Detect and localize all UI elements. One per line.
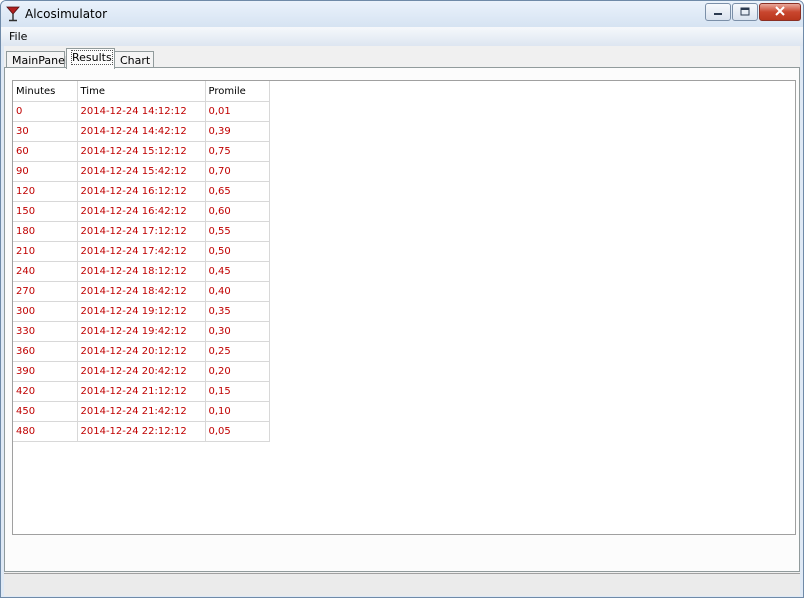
- cell-promile: 0,15: [205, 381, 270, 402]
- menu-bar: File: [1, 27, 803, 46]
- cell-time: 2014-12-24 19:12:12: [77, 301, 206, 322]
- table-row[interactable]: 30 2014-12-24 14:42:12 0,39: [13, 121, 270, 142]
- cell-promile: 0,20: [205, 361, 270, 382]
- cell-minutes: 120: [13, 181, 78, 202]
- client-area: MainPanel Results Chart Minutes Time Pro: [4, 46, 800, 596]
- table-row[interactable]: 60 2014-12-24 15:12:12 0,75: [13, 141, 270, 162]
- cell-promile: 0,55: [205, 221, 270, 242]
- close-icon: [774, 5, 786, 19]
- table-row[interactable]: 480 2014-12-24 22:12:12 0,05: [13, 421, 270, 442]
- cell-time: 2014-12-24 17:42:12: [77, 241, 206, 262]
- cell-promile: 0,05: [205, 421, 270, 442]
- cell-promile: 0,25: [205, 341, 270, 362]
- table-row[interactable]: 300 2014-12-24 19:12:12 0,35: [13, 301, 270, 322]
- cell-time: 2014-12-24 15:12:12: [77, 141, 206, 162]
- cell-minutes: 30: [13, 121, 78, 142]
- cell-minutes: 390: [13, 361, 78, 382]
- cell-minutes: 180: [13, 221, 78, 242]
- cell-promile: 0,50: [205, 241, 270, 262]
- column-header-promile[interactable]: Promile: [205, 81, 270, 102]
- cell-minutes: 240: [13, 261, 78, 282]
- app-window: Alcosimulator File MainPanel Results Cha: [0, 0, 804, 598]
- cell-minutes: 360: [13, 341, 78, 362]
- cell-promile: 0,60: [205, 201, 270, 222]
- window-title: Alcosimulator: [25, 7, 108, 21]
- maximize-button[interactable]: [732, 3, 758, 21]
- cell-promile: 0,65: [205, 181, 270, 202]
- cell-promile: 0,30: [205, 321, 270, 342]
- table-row[interactable]: 420 2014-12-24 21:12:12 0,15: [13, 381, 270, 402]
- tab-results[interactable]: Results: [66, 48, 115, 69]
- cell-promile: 0,70: [205, 161, 270, 182]
- table-header-row: Minutes Time Promile: [13, 81, 270, 102]
- cell-time: 2014-12-24 16:12:12: [77, 181, 206, 202]
- cell-minutes: 480: [13, 421, 78, 442]
- minimize-button[interactable]: [705, 3, 731, 21]
- table-row[interactable]: 90 2014-12-24 15:42:12 0,70: [13, 161, 270, 182]
- cell-minutes: 150: [13, 201, 78, 222]
- maximize-icon: [740, 6, 750, 19]
- cell-time: 2014-12-24 14:42:12: [77, 121, 206, 142]
- cell-time: 2014-12-24 16:42:12: [77, 201, 206, 222]
- table-row[interactable]: 150 2014-12-24 16:42:12 0,60: [13, 201, 270, 222]
- tab-label: MainPanel: [12, 54, 68, 67]
- cell-minutes: 450: [13, 401, 78, 422]
- table-row[interactable]: 0 2014-12-24 14:12:12 0,01: [13, 101, 270, 122]
- table-row[interactable]: 390 2014-12-24 20:42:12 0,20: [13, 361, 270, 382]
- cell-time: 2014-12-24 21:42:12: [77, 401, 206, 422]
- table-row[interactable]: 270 2014-12-24 18:42:12 0,40: [13, 281, 270, 302]
- results-table: Minutes Time Promile 0 2014-12-24 14:12:1…: [13, 81, 270, 442]
- cell-promile: 0,45: [205, 261, 270, 282]
- tab-mainpanel[interactable]: MainPanel: [6, 51, 68, 68]
- cell-minutes: 330: [13, 321, 78, 342]
- table-row[interactable]: 210 2014-12-24 17:42:12 0,50: [13, 241, 270, 262]
- cell-time: 2014-12-24 20:42:12: [77, 361, 206, 382]
- cell-minutes: 90: [13, 161, 78, 182]
- column-header-minutes[interactable]: Minutes: [13, 81, 78, 102]
- cell-promile: 0,35: [205, 301, 270, 322]
- tab-label: Results: [71, 50, 113, 65]
- cell-minutes: 300: [13, 301, 78, 322]
- table-row[interactable]: 330 2014-12-24 19:42:12 0,30: [13, 321, 270, 342]
- cell-promile: 0,01: [205, 101, 270, 122]
- results-panel: Minutes Time Promile 0 2014-12-24 14:12:1…: [4, 67, 800, 572]
- cell-minutes: 210: [13, 241, 78, 262]
- table-row[interactable]: 450 2014-12-24 21:42:12 0,10: [13, 401, 270, 422]
- cell-time: 2014-12-24 15:42:12: [77, 161, 206, 182]
- minimize-icon: [713, 6, 723, 19]
- cell-time: 2014-12-24 18:12:12: [77, 261, 206, 282]
- cell-time: 2014-12-24 19:42:12: [77, 321, 206, 342]
- cell-time: 2014-12-24 22:12:12: [77, 421, 206, 442]
- cell-minutes: 0: [13, 101, 78, 122]
- cell-time: 2014-12-24 21:12:12: [77, 381, 206, 402]
- title-bar[interactable]: Alcosimulator: [1, 1, 803, 27]
- cell-promile: 0,39: [205, 121, 270, 142]
- martini-glass-icon: [6, 6, 20, 22]
- table-row[interactable]: 180 2014-12-24 17:12:12 0,55: [13, 221, 270, 242]
- cell-promile: 0,10: [205, 401, 270, 422]
- status-bar: [4, 573, 800, 596]
- cell-time: 2014-12-24 17:12:12: [77, 221, 206, 242]
- table-row[interactable]: 360 2014-12-24 20:12:12 0,25: [13, 341, 270, 362]
- cell-minutes: 270: [13, 281, 78, 302]
- cell-time: 2014-12-24 14:12:12: [77, 101, 206, 122]
- table-row[interactable]: 120 2014-12-24 16:12:12 0,65: [13, 181, 270, 202]
- close-button[interactable]: [759, 3, 801, 21]
- cell-minutes: 60: [13, 141, 78, 162]
- table-row[interactable]: 240 2014-12-24 18:12:12 0,45: [13, 261, 270, 282]
- cell-minutes: 420: [13, 381, 78, 402]
- column-header-time[interactable]: Time: [77, 81, 206, 102]
- cell-time: 2014-12-24 20:12:12: [77, 341, 206, 362]
- tab-chart[interactable]: Chart: [114, 51, 154, 68]
- results-table-container[interactable]: Minutes Time Promile 0 2014-12-24 14:12:1…: [12, 80, 796, 535]
- menu-file[interactable]: File: [9, 30, 27, 43]
- table-body: 0 2014-12-24 14:12:12 0,01 30 2014-12-24 14:…: [13, 101, 270, 442]
- tab-label: Chart: [120, 54, 151, 67]
- cell-promile: 0,40: [205, 281, 270, 302]
- cell-time: 2014-12-24 18:42:12: [77, 281, 206, 302]
- cell-promile: 0,75: [205, 141, 270, 162]
